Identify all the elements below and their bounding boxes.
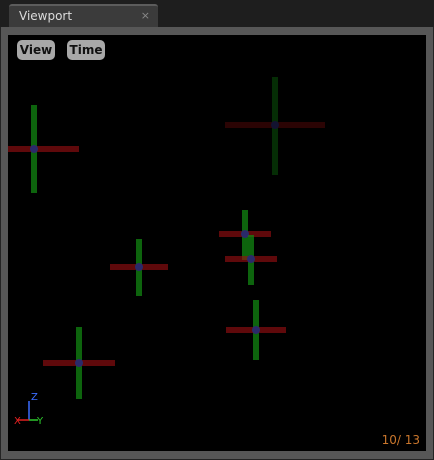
actor-pivot-icon <box>247 255 255 263</box>
tab-viewport-label: Viewport <box>19 9 73 23</box>
actor-pivot-icon <box>271 121 279 129</box>
actor-x-axis <box>8 146 79 152</box>
time-button[interactable]: Time <box>67 40 105 60</box>
actor-pivot-icon <box>252 326 260 334</box>
axis-gizmo-icon: Z X Y <box>14 392 44 426</box>
view-button[interactable]: View <box>17 40 55 60</box>
viewport[interactable]: View Time Z X Y 10/ 13 <box>8 35 426 451</box>
axis-x-label: X <box>14 416 21 426</box>
axis-y-label: Y <box>36 416 44 426</box>
actor-pivot-icon <box>30 145 38 153</box>
axis-z-label: Z <box>31 392 38 403</box>
tab-bar: Viewport × <box>0 0 434 27</box>
frame-counter: 10/ 13 <box>381 433 420 447</box>
tab-close-icon[interactable]: × <box>141 9 150 22</box>
actor-pivot-icon <box>135 263 143 271</box>
tab-viewport[interactable]: Viewport × <box>9 4 158 27</box>
actor-pivot-icon <box>75 359 83 367</box>
